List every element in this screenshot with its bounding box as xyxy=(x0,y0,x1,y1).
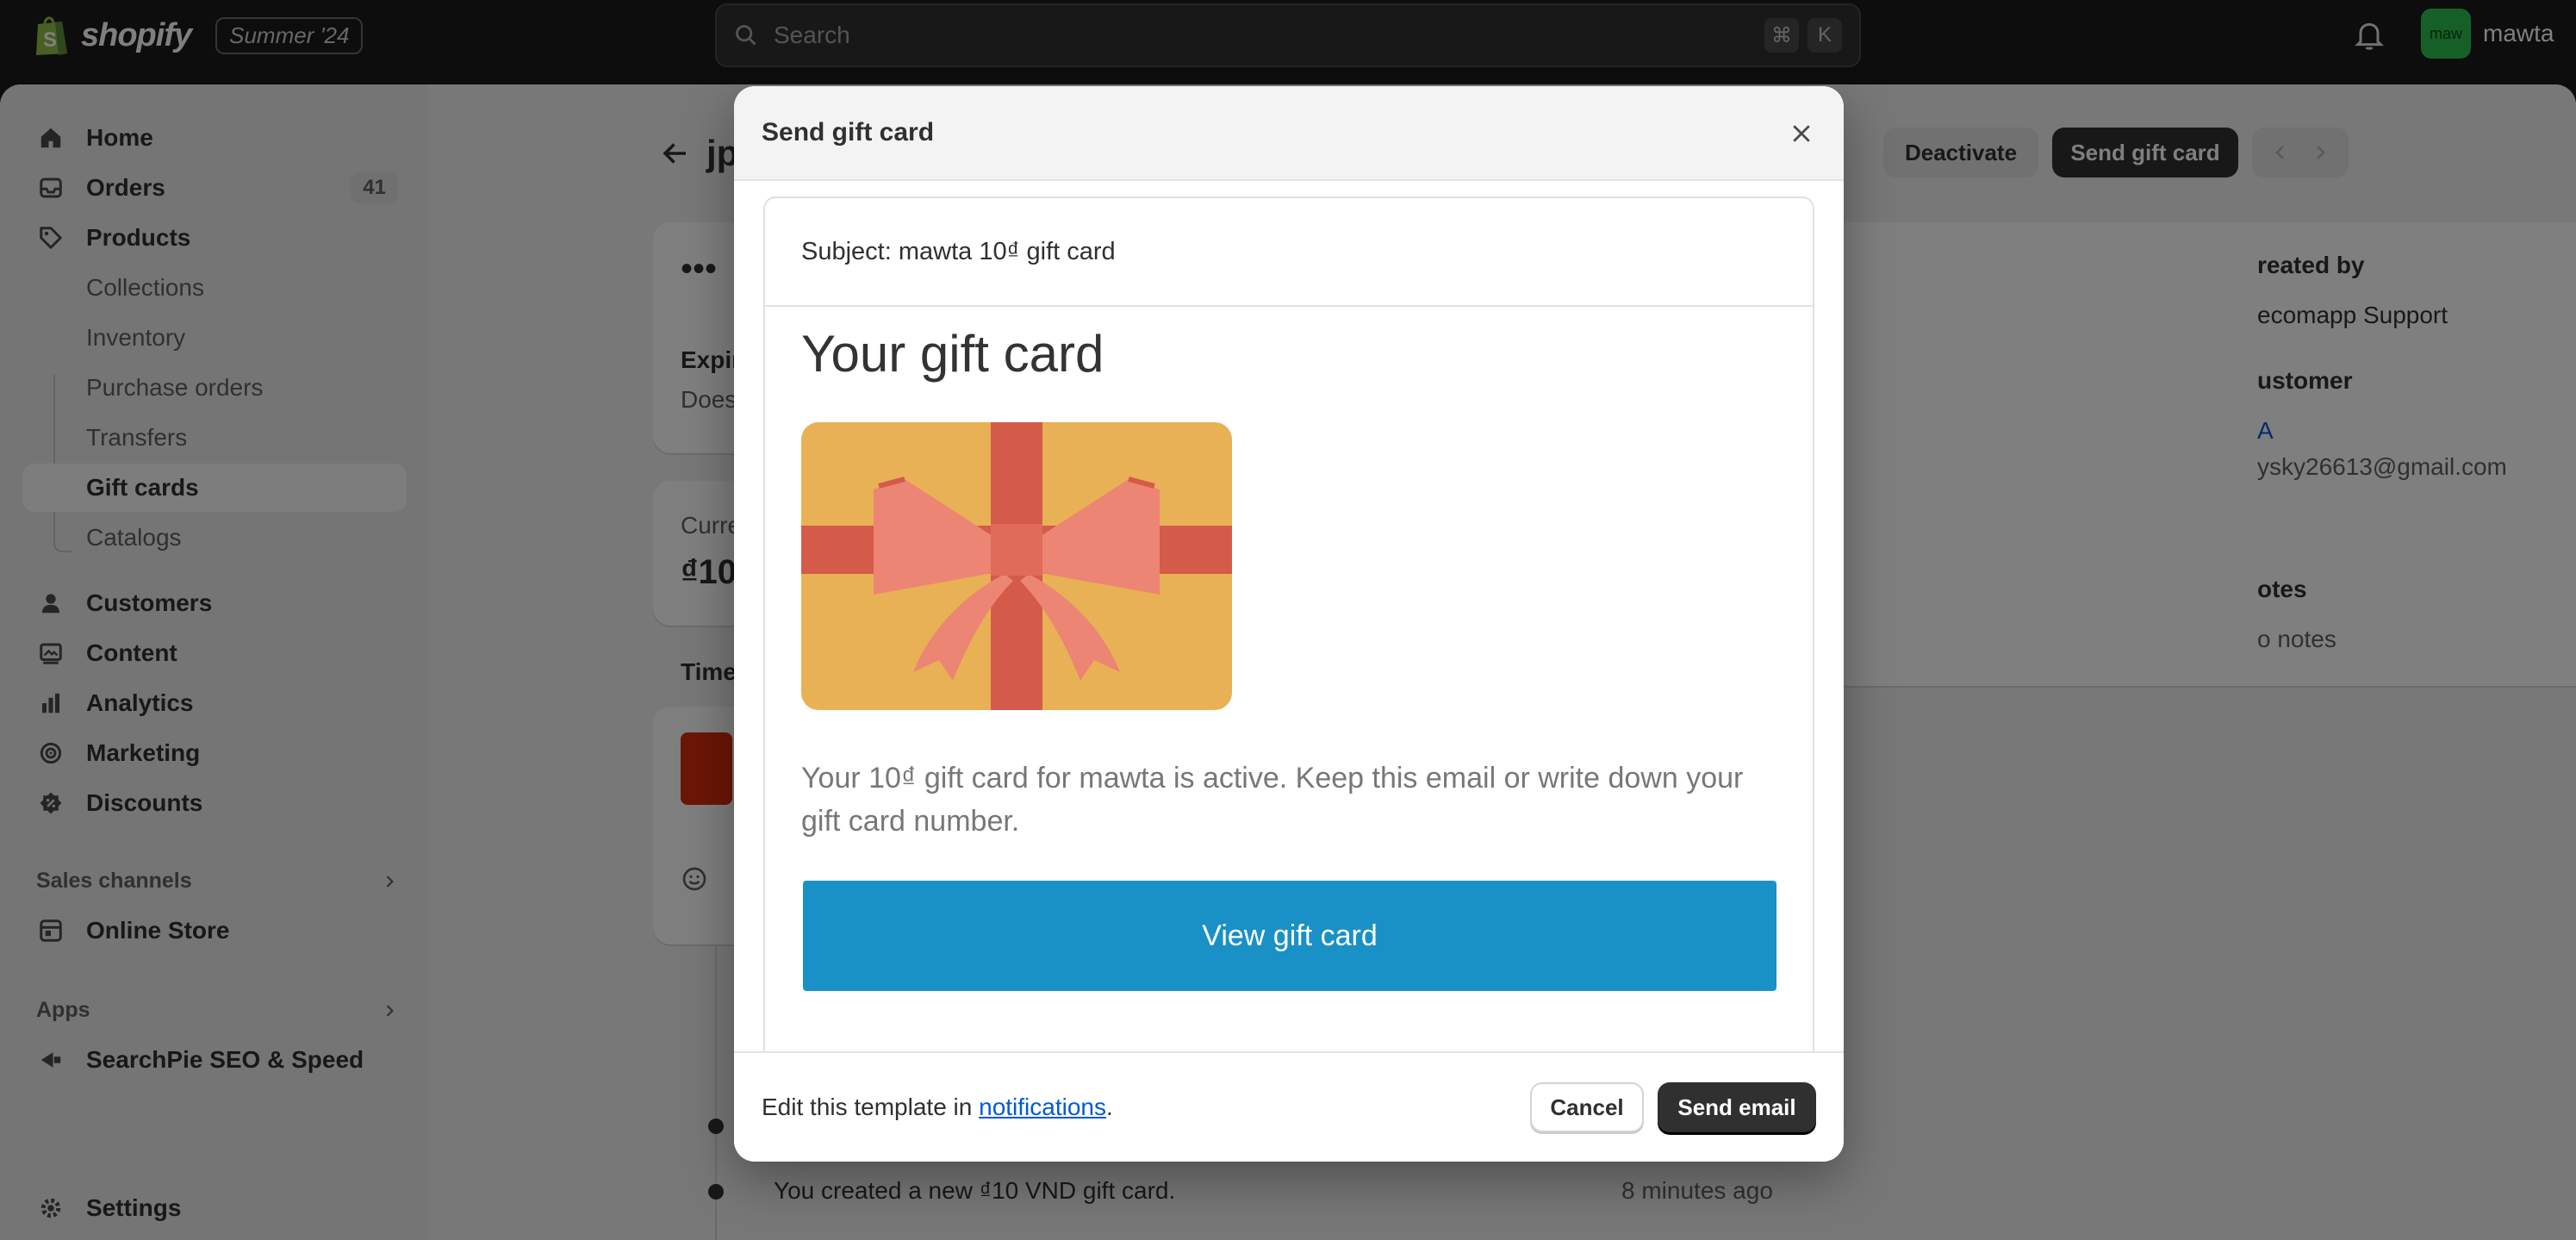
email-subject: Subject: mawta 10₫ gift card xyxy=(765,198,1813,307)
notifications-link[interactable]: notifications xyxy=(979,1094,1106,1120)
send-email-button[interactable]: Send email xyxy=(1658,1082,1816,1132)
footer-prefix: Edit this template in xyxy=(762,1094,980,1120)
close-button[interactable] xyxy=(1785,117,1818,150)
modal-title: Send gift card xyxy=(762,118,935,146)
gift-card-image xyxy=(801,422,1232,710)
email-preview-area[interactable]: Subject: mawta 10₫ gift card Your gift c… xyxy=(734,181,1844,1139)
send-gift-card-modal: Send gift card Subject: mawta 10₫ gift c… xyxy=(734,86,1844,1162)
email-heading: Your gift card xyxy=(801,325,1104,383)
footer-suffix: . xyxy=(1106,1094,1113,1120)
footer-text: Edit this template in notifications. xyxy=(762,1094,1113,1121)
email-message: Your 10₫ gift card for mawta is active. … xyxy=(801,762,1744,838)
close-icon xyxy=(1793,125,1810,142)
modal-header: Send gift card xyxy=(734,86,1844,181)
modal-footer: Edit this template in notifications. Can… xyxy=(734,1051,1844,1162)
email-preview: Subject: mawta 10₫ gift card Your gift c… xyxy=(763,196,1814,1139)
cancel-button[interactable]: Cancel xyxy=(1530,1082,1644,1132)
view-gift-card-button[interactable]: View gift card xyxy=(803,881,1776,991)
